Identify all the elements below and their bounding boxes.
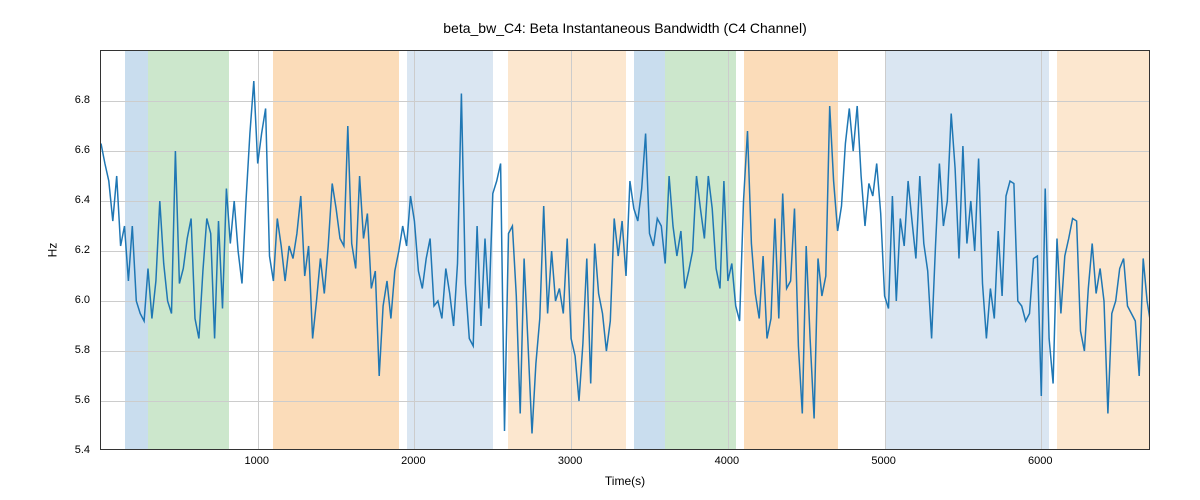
x-tick-label: 2000 bbox=[401, 455, 425, 467]
x-tick-label: 1000 bbox=[244, 455, 268, 467]
chart-title: beta_bw_C4: Beta Instantaneous Bandwidth… bbox=[100, 20, 1150, 36]
x-tick-label: 5000 bbox=[871, 455, 895, 467]
x-tick-label: 6000 bbox=[1028, 455, 1052, 467]
x-tick-label: 3000 bbox=[558, 455, 582, 467]
y-tick-label: 6.2 bbox=[50, 244, 90, 256]
x-axis-label: Time(s) bbox=[605, 474, 645, 488]
y-tick-label: 6.4 bbox=[50, 194, 90, 206]
y-tick-label: 5.6 bbox=[50, 394, 90, 406]
plot-area bbox=[100, 50, 1150, 450]
y-tick-label: 6.6 bbox=[50, 144, 90, 156]
y-tick-label: 6.0 bbox=[50, 294, 90, 306]
line-svg bbox=[101, 51, 1150, 450]
chart-container: Hz Time(s) 5.45.65.86.06.26.46.66.8 1000… bbox=[100, 50, 1150, 450]
y-tick-label: 5.4 bbox=[50, 444, 90, 456]
y-tick-label: 6.8 bbox=[50, 94, 90, 106]
x-tick-label: 4000 bbox=[715, 455, 739, 467]
data-line bbox=[101, 81, 1150, 434]
y-tick-label: 5.8 bbox=[50, 344, 90, 356]
